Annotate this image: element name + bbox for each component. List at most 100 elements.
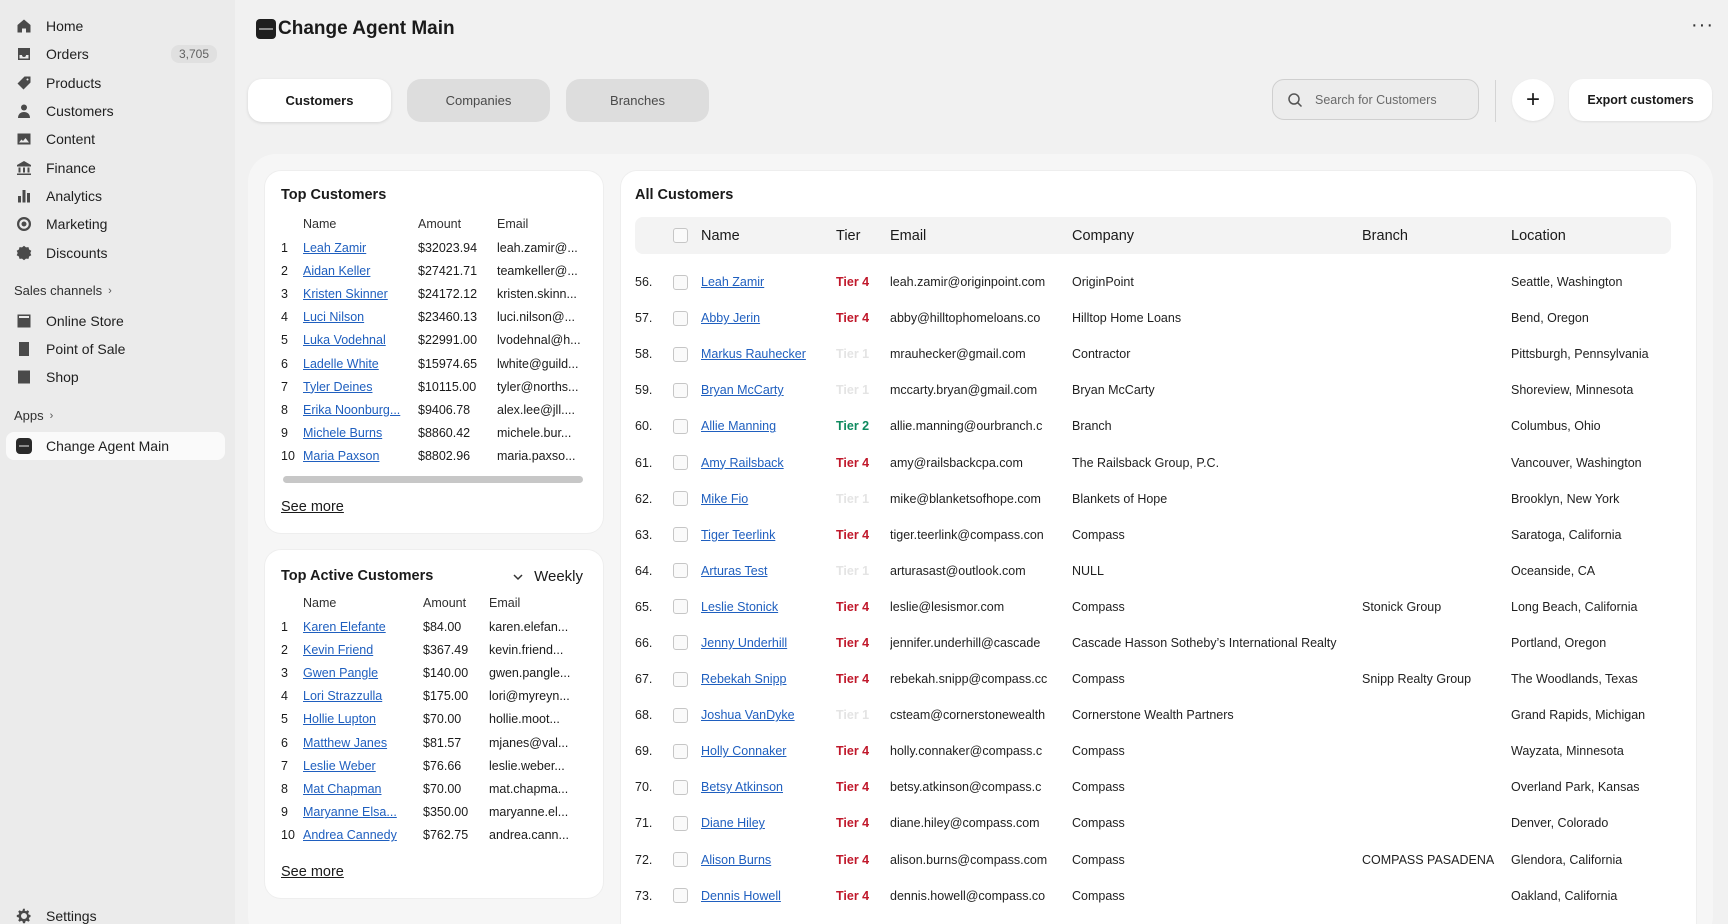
customer-name-link[interactable]: Leslie Weber xyxy=(303,759,423,773)
row-checkbox[interactable] xyxy=(672,491,688,507)
column-header-branch[interactable]: Branch xyxy=(1362,228,1511,244)
tab-branches[interactable]: Branches xyxy=(566,79,709,122)
customer-name-link[interactable]: Kristen Skinner xyxy=(303,287,418,301)
sidebar-item-content[interactable]: Content xyxy=(0,125,235,153)
select-all-checkbox[interactable] xyxy=(672,228,688,243)
customer-name-link[interactable]: Abby Jerin xyxy=(701,311,760,325)
sidebar-item-home[interactable]: Home xyxy=(0,12,235,40)
column-header-name[interactable]: Name xyxy=(701,228,836,244)
customer-name-link[interactable]: Joshua VanDyke xyxy=(701,708,795,722)
customer-name-link[interactable]: Ladelle White xyxy=(303,357,418,371)
apps-heading[interactable]: Apps › xyxy=(0,404,235,428)
customer-name-link[interactable]: Hollie Lupton xyxy=(303,712,423,726)
row-checkbox[interactable] xyxy=(672,382,688,398)
customer-name-link[interactable]: Arturas Test xyxy=(701,564,767,578)
customer-name-link[interactable]: Erika Noonburg... xyxy=(303,403,418,417)
sales-channels-heading[interactable]: Sales channels › xyxy=(0,279,235,303)
customer-name-link[interactable]: Maryanne Elsa... xyxy=(303,805,423,819)
sidebar-item-finance[interactable]: Finance xyxy=(0,153,235,181)
row-checkbox[interactable] xyxy=(672,455,688,471)
customer-company: Blankets of Hope xyxy=(1072,491,1168,506)
rank-number: 5 xyxy=(281,333,288,348)
customer-name-link[interactable]: Mat Chapman xyxy=(303,782,423,796)
sidebar-item-online-store[interactable]: Online Store xyxy=(0,307,235,335)
row-checkbox[interactable] xyxy=(672,274,688,290)
customer-name-link[interactable]: Jenny Underhill xyxy=(701,636,787,650)
customer-email: mccarty.bryan@gmail.com xyxy=(890,383,1038,398)
customer-name-link[interactable]: Allie Manning xyxy=(701,419,776,433)
see-more-link[interactable]: See more xyxy=(281,864,344,880)
export-customers-button[interactable]: Export customers xyxy=(1569,79,1712,121)
customer-name-link[interactable]: Andrea Cannedy xyxy=(303,828,423,842)
see-more-link[interactable]: See more xyxy=(281,499,344,515)
row-checkbox[interactable] xyxy=(672,671,688,687)
row-checkbox[interactable] xyxy=(672,346,688,362)
customer-name-link[interactable]: Luka Vodehnal xyxy=(303,333,418,347)
list-item: 7 Tyler Deines $10115.00 tyler@norths... xyxy=(281,375,585,398)
customer-email: rebekah.snipp@compass.cc xyxy=(890,672,1048,687)
customer-name-link[interactable]: Markus Rauhecker xyxy=(701,347,806,361)
sidebar-item-orders[interactable]: Orders 3,705 xyxy=(0,40,235,68)
customer-name-link[interactable]: Holly Connaker xyxy=(701,744,786,758)
sidebar-item-point-of-sale[interactable]: Point of Sale xyxy=(0,335,235,363)
customer-name-link[interactable]: Amy Railsback xyxy=(701,456,784,470)
customer-name-link[interactable]: Alison Burns xyxy=(701,853,771,867)
row-checkbox[interactable] xyxy=(672,707,688,723)
customer-email: lvodehnal@h... xyxy=(497,333,581,348)
sidebar-item-discounts[interactable]: Discounts xyxy=(0,238,235,266)
customer-name-link[interactable]: Mike Fio xyxy=(701,492,748,506)
customer-name-link[interactable]: Tiger Teerlink xyxy=(701,528,775,542)
row-number: 60. xyxy=(635,419,653,434)
customer-name-link[interactable]: Betsy Atkinson xyxy=(701,780,783,794)
customer-name-link[interactable]: Tyler Deines xyxy=(303,380,418,394)
customer-name-link[interactable]: Michele Burns xyxy=(303,426,418,440)
customer-name-link[interactable]: Leslie Stonick xyxy=(701,600,778,614)
row-checkbox[interactable] xyxy=(672,418,688,434)
row-checkbox[interactable] xyxy=(672,888,688,904)
customer-name-link[interactable]: Matthew Janes xyxy=(303,736,423,750)
row-checkbox[interactable] xyxy=(672,599,688,615)
customer-name-link[interactable]: Luci Nilson xyxy=(303,310,418,324)
customer-name-link[interactable]: Dennis Howell xyxy=(701,889,781,903)
customer-name-link[interactable]: Rebekah Snipp xyxy=(701,672,786,686)
customer-name-link[interactable]: Kevin Friend xyxy=(303,643,423,657)
sidebar-item-products[interactable]: Products xyxy=(0,69,235,97)
add-customer-button[interactable]: + xyxy=(1512,79,1554,121)
table-row: 72. Alison Burns Tier 4 alison.burns@compas… xyxy=(635,842,1671,878)
sidebar-item-marketing[interactable]: Marketing xyxy=(0,210,235,238)
customer-name-link[interactable]: Diane Hiley xyxy=(701,816,765,830)
row-checkbox[interactable] xyxy=(672,815,688,831)
column-header-tier[interactable]: Tier xyxy=(836,228,890,244)
search-box[interactable] xyxy=(1272,79,1479,120)
customer-name-link[interactable]: Bryan McCarty xyxy=(701,383,784,397)
row-checkbox[interactable] xyxy=(672,563,688,579)
row-checkbox[interactable] xyxy=(672,527,688,543)
customer-name-link[interactable]: Leah Zamir xyxy=(701,275,764,289)
tab-companies[interactable]: Companies xyxy=(407,79,550,122)
row-checkbox[interactable] xyxy=(672,779,688,795)
sidebar-item-analytics[interactable]: Analytics xyxy=(0,182,235,210)
row-checkbox[interactable] xyxy=(672,743,688,759)
column-header-location[interactable]: Location xyxy=(1511,228,1671,244)
customer-name-link[interactable]: Aidan Keller xyxy=(303,264,418,278)
customer-name-link[interactable]: Maria Paxson xyxy=(303,449,418,463)
tab-customers[interactable]: Customers xyxy=(248,79,391,122)
customer-name-link[interactable]: Leah Zamir xyxy=(303,241,418,255)
sidebar-item-settings[interactable]: Settings xyxy=(0,902,111,924)
customer-name-link[interactable]: Lori Strazzulla xyxy=(303,689,423,703)
period-dropdown[interactable]: Weekly xyxy=(512,568,583,585)
row-checkbox[interactable] xyxy=(672,635,688,651)
customer-name-link[interactable]: Karen Elefante xyxy=(303,620,423,634)
column-header-email[interactable]: Email xyxy=(890,228,1072,244)
more-options-icon[interactable]: ··· xyxy=(1691,14,1714,37)
horizontal-scrollbar[interactable] xyxy=(283,476,583,483)
sidebar-item-customers[interactable]: Customers xyxy=(0,97,235,125)
column-header-company[interactable]: Company xyxy=(1072,228,1362,244)
chevron-right-icon: › xyxy=(49,409,54,422)
sidebar-item-shop[interactable]: Shop xyxy=(0,363,235,391)
search-input[interactable] xyxy=(1315,92,1465,107)
customer-name-link[interactable]: Gwen Pangle xyxy=(303,666,423,680)
row-checkbox[interactable] xyxy=(672,852,688,868)
sidebar-item-change-agent-main[interactable]: Change Agent Main xyxy=(6,431,225,460)
row-checkbox[interactable] xyxy=(672,310,688,326)
